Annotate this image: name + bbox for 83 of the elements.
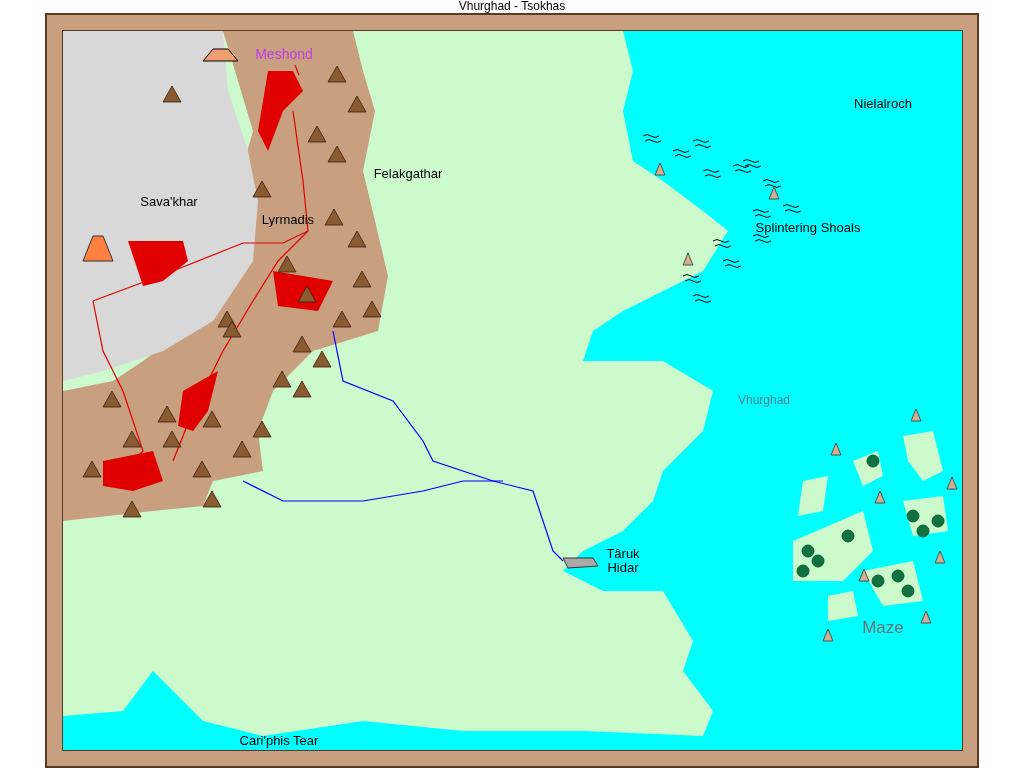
wave-icon	[742, 159, 762, 168]
mountain-icon	[252, 180, 272, 198]
place-label: Sava'khar	[139, 195, 199, 209]
sail-icon	[768, 186, 780, 200]
tree-icon	[801, 544, 815, 558]
mountain-icon	[102, 390, 122, 408]
sail-icon	[682, 252, 694, 266]
sail-icon	[654, 162, 666, 176]
mountain-icon	[312, 350, 332, 368]
mountain-icon	[307, 125, 327, 143]
mountain-icon	[162, 85, 182, 103]
place-label: Maze	[861, 621, 905, 635]
sail-icon	[858, 568, 870, 582]
place-label: Târuk Hidar	[605, 547, 641, 575]
mountain-icon	[122, 430, 142, 448]
tree-icon	[841, 529, 855, 543]
mountain-icon	[192, 460, 212, 478]
mountain-icon	[217, 310, 237, 328]
wave-icon	[672, 149, 692, 158]
wave-icon	[782, 204, 802, 213]
sail-icon	[934, 550, 946, 564]
mountain-icon	[327, 65, 347, 83]
map-title: Vhurghad - Tsokhas	[458, 0, 566, 13]
mountain-icon	[347, 95, 367, 113]
wave-icon	[692, 139, 712, 148]
wave-icon	[712, 239, 732, 248]
tree-icon	[901, 584, 915, 598]
tree-icon	[866, 454, 880, 468]
mountain-icon	[362, 300, 382, 318]
mountain-icon	[352, 270, 372, 288]
mountain-icon	[292, 380, 312, 398]
sail-icon	[822, 628, 834, 642]
wave-icon	[752, 234, 772, 243]
wave-icon	[642, 134, 662, 143]
place-label: Splintering Shoals	[754, 221, 862, 235]
mountain-icon	[202, 410, 222, 428]
mountain-icon	[202, 490, 222, 508]
mountain-icon	[332, 310, 352, 328]
mountain-icon	[162, 430, 182, 448]
wave-icon	[752, 209, 772, 218]
mountain-icon	[122, 500, 142, 518]
wave-icon	[692, 294, 712, 303]
tree-icon	[916, 524, 930, 538]
place-label: Vhurghad	[736, 393, 791, 407]
tree-icon	[796, 564, 810, 578]
wave-icon	[682, 274, 702, 283]
lava-pool	[178, 371, 218, 431]
mountain-icon	[157, 405, 177, 423]
mountain-icon	[232, 440, 252, 458]
mountain-icon	[297, 285, 317, 303]
mountain-icon	[82, 460, 102, 478]
mountain-icon	[277, 255, 297, 273]
tree-icon	[931, 514, 945, 528]
mountain-icon	[252, 420, 272, 438]
sail-icon	[874, 490, 886, 504]
place-label: Meshond	[254, 47, 314, 61]
sail-icon	[920, 610, 932, 624]
mountain-icon	[347, 230, 367, 248]
sail-icon	[946, 476, 958, 490]
island	[828, 591, 858, 621]
lava-pool	[128, 241, 188, 286]
place-label: Lyrmadis	[260, 213, 316, 227]
wave-icon	[762, 179, 782, 188]
tree-icon	[811, 554, 825, 568]
wave-icon	[702, 169, 722, 178]
mountain-icon	[324, 208, 344, 226]
island	[903, 431, 943, 481]
lava-pool	[103, 451, 163, 491]
wave-icon	[722, 259, 742, 268]
place-label: Cari'phis Tear	[238, 734, 320, 748]
wave-icon	[732, 164, 752, 173]
mountain-icon	[222, 320, 242, 338]
tree-icon	[871, 574, 885, 588]
sail-icon	[910, 408, 922, 422]
mountain-icon	[327, 145, 347, 163]
tree-icon	[891, 569, 905, 583]
mountain-icon	[272, 370, 292, 388]
place-label: Nielalroch	[853, 97, 913, 111]
mountain-icon	[292, 335, 312, 353]
lava-stream	[294, 64, 300, 76]
sail-icon	[830, 442, 842, 456]
place-label: Felakgathar	[372, 167, 444, 181]
tree-icon	[906, 509, 920, 523]
